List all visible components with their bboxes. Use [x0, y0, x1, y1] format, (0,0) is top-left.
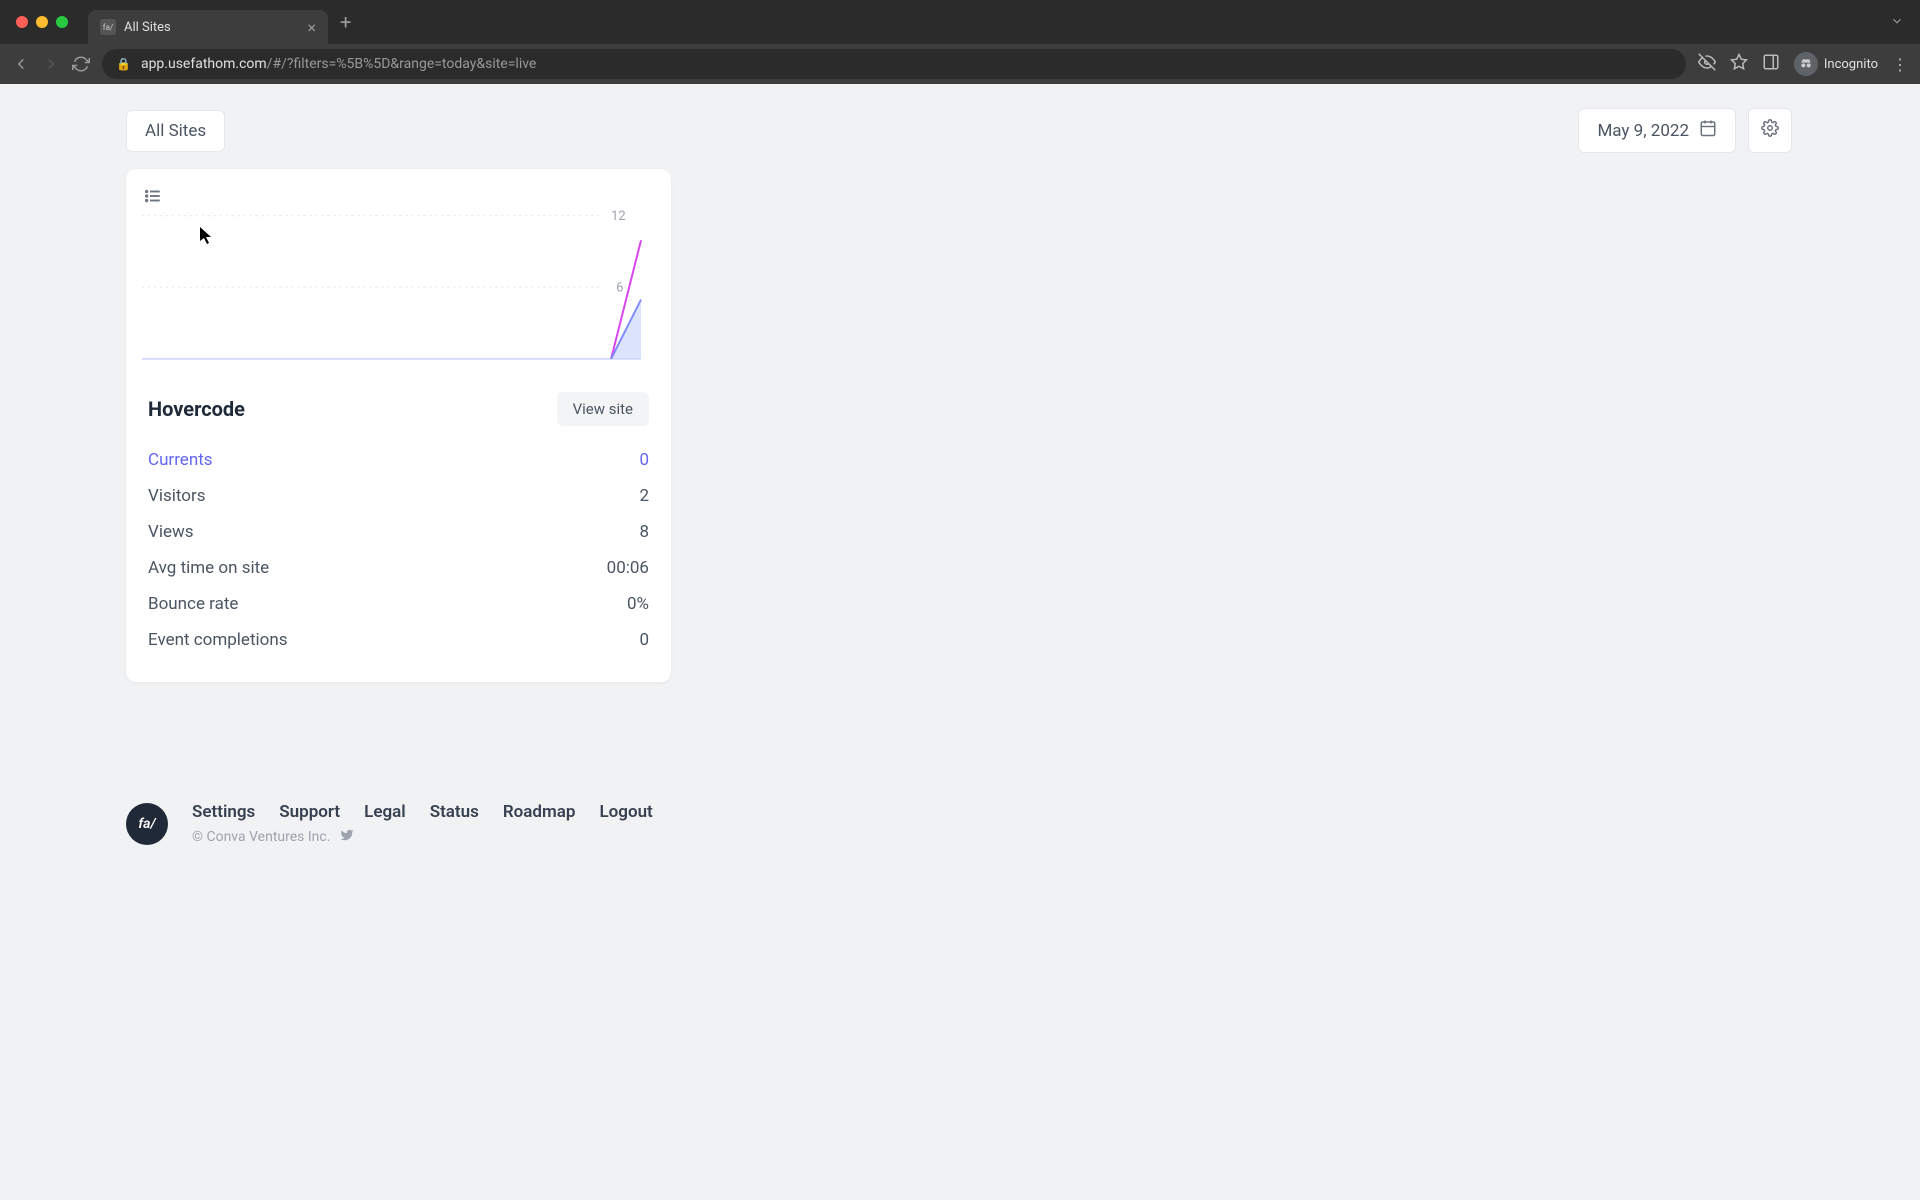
gear-icon: [1761, 119, 1779, 142]
incognito-indicator[interactable]: Incognito: [1794, 52, 1878, 76]
stat-value: 0: [639, 630, 649, 650]
tab-favicon: fa/: [100, 19, 116, 35]
bookmark-star-icon[interactable]: [1730, 53, 1748, 75]
stat-value: 00:06: [607, 558, 649, 578]
footer-link-status[interactable]: Status: [430, 802, 479, 822]
traffic-chart: 12 6: [142, 185, 661, 364]
tab-title: All Sites: [124, 20, 299, 35]
url-host: app.usefathom.com: [141, 56, 267, 72]
panel-icon[interactable]: [1762, 53, 1780, 75]
browser-toolbar: 🔒 app.usefathom.com/#/?filters=%5B%5D&ra…: [0, 44, 1920, 84]
list-view-toggle[interactable]: [144, 187, 162, 209]
date-range-label: May 9, 2022: [1597, 121, 1689, 141]
stat-row-bounce[interactable]: Bounce rate 0%: [148, 586, 649, 622]
minimize-window-button[interactable]: [36, 16, 48, 28]
calendar-icon: [1699, 119, 1717, 142]
site-stats: Currents 0 Visitors 2 Views 8 Avg time o…: [126, 438, 671, 682]
chart-area[interactable]: 12 6: [126, 169, 671, 364]
footer-link-support[interactable]: Support: [279, 802, 340, 822]
incognito-icon: [1794, 52, 1818, 76]
site-selector-label: All Sites: [145, 121, 206, 141]
view-site-label: View site: [573, 400, 633, 418]
forward-button[interactable]: [42, 55, 60, 73]
url-path: /#/?filters=%5B%5D&range=today&site=live: [267, 56, 537, 72]
stat-value: 0%: [627, 594, 649, 614]
window-controls: [16, 16, 68, 28]
stat-value: 2: [639, 486, 649, 506]
stat-label: Views: [148, 522, 194, 542]
page-header: All Sites May 9, 2022: [0, 84, 1920, 169]
stat-row-visitors[interactable]: Visitors 2: [148, 478, 649, 514]
tab-close-icon[interactable]: ×: [307, 18, 316, 37]
settings-button[interactable]: [1748, 108, 1792, 153]
address-bar[interactable]: 🔒 app.usefathom.com/#/?filters=%5B%5D&ra…: [102, 49, 1686, 79]
reload-button[interactable]: [72, 55, 90, 73]
app-viewport: All Sites May 9, 2022: [0, 84, 1920, 846]
ytick-6: 6: [616, 280, 623, 295]
stat-row-currents[interactable]: Currents 0: [148, 442, 649, 478]
date-range-selector[interactable]: May 9, 2022: [1578, 108, 1736, 153]
stat-label: Event completions: [148, 630, 288, 650]
footer-link-legal[interactable]: Legal: [364, 802, 406, 822]
stat-row-views[interactable]: Views 8: [148, 514, 649, 550]
stat-label: Visitors: [148, 486, 206, 506]
site-card: 12 6 Hovercode View site Curre: [126, 169, 671, 682]
browser-tab[interactable]: fa/ All Sites ×: [88, 10, 328, 44]
footer-link-logout[interactable]: Logout: [599, 802, 652, 822]
new-tab-button[interactable]: +: [340, 10, 351, 34]
eye-slash-icon[interactable]: [1698, 53, 1716, 75]
stat-label: Avg time on site: [148, 558, 269, 578]
footer-logo[interactable]: fa/: [126, 803, 168, 845]
lock-icon: 🔒: [116, 57, 131, 71]
site-card-header: Hovercode View site: [126, 364, 671, 438]
url: app.usefathom.com/#/?filters=%5B%5D&rang…: [141, 56, 536, 72]
stat-row-events[interactable]: Event completions 0: [148, 622, 649, 658]
close-window-button[interactable]: [16, 16, 28, 28]
stat-label: Bounce rate: [148, 594, 238, 614]
page-footer: fa/ Settings Support Legal Status Roadma…: [126, 802, 1920, 846]
site-selector[interactable]: All Sites: [126, 110, 225, 152]
footer-link-roadmap[interactable]: Roadmap: [503, 802, 576, 822]
footer-logo-text: fa/: [138, 816, 155, 832]
footer-link-settings[interactable]: Settings: [192, 802, 255, 822]
view-site-button[interactable]: View site: [557, 392, 649, 426]
browser-tab-bar: fa/ All Sites × +: [0, 0, 1920, 44]
maximize-window-button[interactable]: [56, 16, 68, 28]
stat-row-avg-time[interactable]: Avg time on site 00:06: [148, 550, 649, 586]
site-name[interactable]: Hovercode: [148, 397, 245, 421]
stat-value: 0: [639, 450, 649, 470]
stat-label: Currents: [148, 450, 213, 470]
ytick-12: 12: [611, 209, 626, 224]
copyright-text: © Conva Ventures Inc.: [192, 829, 330, 845]
stat-value: 8: [639, 522, 649, 542]
back-button[interactable]: [12, 55, 30, 73]
incognito-label: Incognito: [1824, 57, 1878, 72]
tab-overflow-icon[interactable]: [1890, 13, 1904, 32]
menu-icon[interactable]: ⋮: [1892, 55, 1908, 74]
twitter-icon[interactable]: [340, 828, 354, 846]
